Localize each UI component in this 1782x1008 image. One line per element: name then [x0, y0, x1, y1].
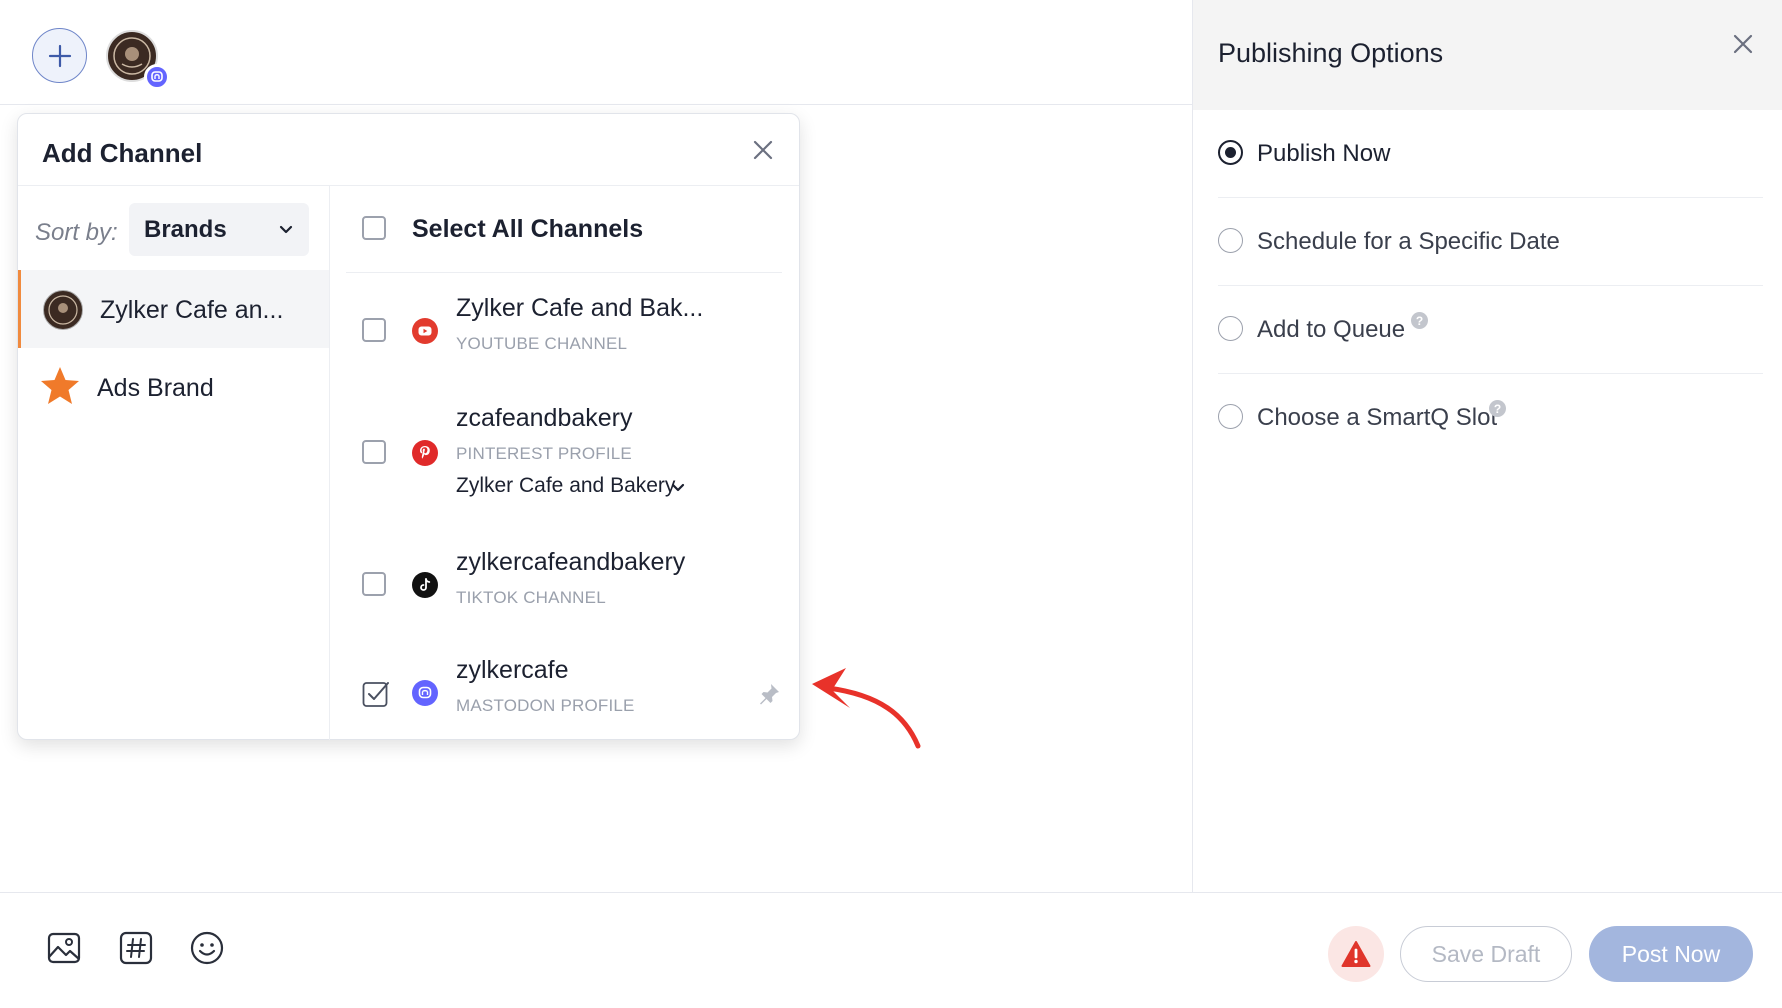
channel-row-tiktok[interactable]: zylkercafeandbakery TIKTOK CHANNEL: [346, 536, 782, 636]
channel-name: zylkercafe: [456, 656, 569, 684]
channel-type: MASTODON PROFILE: [456, 696, 635, 715]
select-all-row[interactable]: Select All Channels: [346, 186, 782, 273]
channel-checkbox-checked[interactable]: [362, 680, 390, 708]
option-add-to-queue[interactable]: Add to Queue ?: [1218, 286, 1763, 374]
option-label: Choose a SmartQ Slot: [1257, 404, 1498, 431]
brand-list-panel: Sort by: Brands Zylker Cafe an... Ads Br…: [18, 186, 330, 740]
sort-dropdown[interactable]: Brands: [129, 203, 309, 256]
channel-row-youtube[interactable]: Zylker Cafe and Bak... YOUTUBE CHANNEL: [346, 282, 782, 382]
close-icon[interactable]: [1730, 31, 1756, 57]
option-smartq-slot[interactable]: Choose a SmartQ Slot ?: [1218, 374, 1763, 462]
youtube-icon: [412, 318, 438, 344]
warning-icon: [1341, 941, 1371, 967]
brand-item-ads[interactable]: Ads Brand: [18, 348, 329, 426]
channel-checkbox[interactable]: [362, 440, 386, 464]
option-label: Add to Queue: [1257, 316, 1406, 343]
publishing-title: Publishing Options: [1218, 38, 1444, 68]
channel-type: TIKTOK CHANNEL: [456, 588, 606, 607]
help-icon[interactable]: ?: [1411, 312, 1428, 329]
close-icon[interactable]: [749, 136, 777, 164]
brand-avatar: [43, 290, 83, 330]
channel-name: zylkercafeandbakery: [456, 548, 686, 576]
emoji-icon[interactable]: [189, 930, 225, 966]
option-label: Schedule for a Specific Date: [1257, 228, 1560, 255]
image-icon[interactable]: [46, 930, 82, 966]
help-icon[interactable]: ?: [1489, 400, 1506, 417]
composer-toolbar: Save Draft Post Now: [0, 892, 1782, 1008]
option-schedule[interactable]: Schedule for a Specific Date: [1218, 198, 1763, 286]
channel-type: YOUTUBE CHANNEL: [456, 334, 628, 353]
plus-icon: [48, 44, 71, 67]
tiktok-icon: [412, 572, 438, 598]
channel-bar: [0, 0, 1192, 105]
mastodon-icon: [412, 680, 438, 706]
option-label: Publish Now: [1257, 140, 1391, 167]
annotation-arrow-icon: [812, 668, 921, 749]
publishing-header: Publishing Options: [1193, 0, 1782, 110]
mastodon-icon: [151, 71, 163, 82]
channel-checkbox[interactable]: [362, 572, 386, 596]
brand-item-zylker[interactable]: Zylker Cafe an...: [18, 270, 329, 348]
star-icon: [41, 367, 79, 404]
cafe-logo-icon: [48, 295, 78, 325]
composer-area: Add Channel Sort by: Brands Zylker Cafe …: [0, 0, 1192, 1008]
add-channel-button[interactable]: [32, 28, 87, 83]
channel-list-panel: Select All Channels Zylker Cafe and Bak.…: [330, 186, 800, 740]
mastodon-badge: [144, 64, 170, 90]
radio-button[interactable]: [1218, 316, 1243, 341]
select-all-label: Select All Channels: [412, 215, 644, 243]
channel-row-mastodon[interactable]: zylkercafe MASTODON PROFILE: [346, 644, 782, 744]
save-draft-button[interactable]: Save Draft: [1400, 926, 1572, 982]
pin-icon[interactable]: [756, 681, 782, 707]
option-publish-now[interactable]: Publish Now: [1218, 110, 1763, 198]
brand-label: Zylker Cafe an...: [100, 296, 284, 324]
radio-button[interactable]: [1218, 404, 1243, 429]
channel-type: PINTEREST PROFILE: [456, 444, 632, 463]
popup-title: Add Channel: [42, 138, 203, 168]
add-channel-popup: Add Channel Sort by: Brands Zylker Cafe …: [17, 113, 800, 740]
sort-label: Sort by:: [35, 219, 118, 246]
warning-button[interactable]: [1328, 926, 1384, 982]
sort-value: Brands: [144, 216, 227, 243]
channel-name: zcafeandbakery: [456, 404, 633, 432]
select-all-checkbox[interactable]: [362, 216, 386, 240]
radio-button-checked[interactable]: [1218, 140, 1243, 165]
chevron-down-icon[interactable]: [670, 480, 686, 496]
board-select-value[interactable]: Zylker Cafe and Bakery: [456, 474, 675, 498]
popup-header: Add Channel: [18, 114, 799, 186]
brand-label: Ads Brand: [97, 374, 214, 402]
radio-button[interactable]: [1218, 228, 1243, 253]
hashtag-icon[interactable]: [118, 930, 154, 966]
post-now-button[interactable]: Post Now: [1589, 926, 1753, 982]
chevron-down-icon: [279, 225, 293, 234]
channel-name: Zylker Cafe and Bak...: [456, 294, 704, 322]
pinterest-icon: [412, 440, 438, 466]
channel-checkbox[interactable]: [362, 318, 386, 342]
channel-row-pinterest[interactable]: zcafeandbakery PINTEREST PROFILE Zylker …: [346, 390, 782, 530]
publishing-options-panel: Publishing Options Publish Now Schedule …: [1192, 0, 1782, 892]
